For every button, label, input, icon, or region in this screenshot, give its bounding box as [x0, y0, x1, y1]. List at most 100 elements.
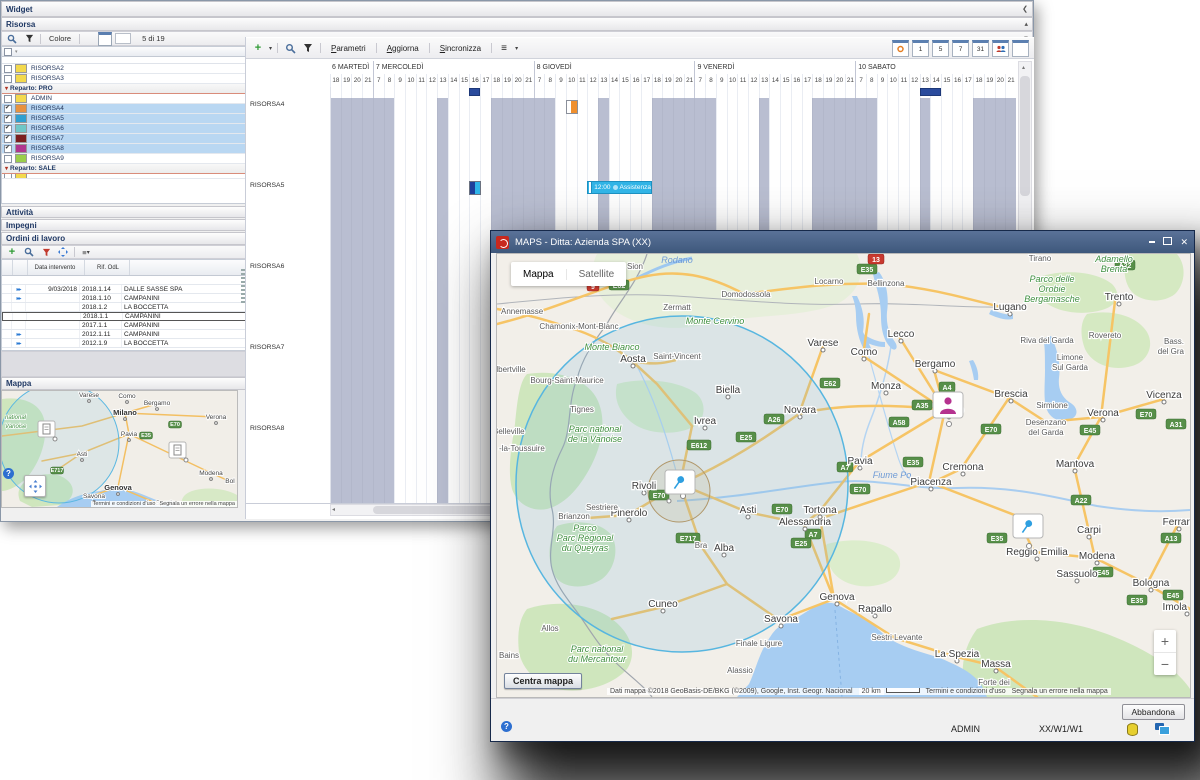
grid-cell[interactable]: [995, 98, 1006, 179]
grid-cell[interactable]: [373, 422, 384, 503]
grid-cell[interactable]: [384, 341, 395, 422]
filter-icon[interactable]: [39, 246, 53, 259]
grid-cell[interactable]: [394, 422, 405, 503]
grid-cell[interactable]: [405, 98, 416, 179]
resource-checkbox[interactable]: [4, 75, 12, 83]
view-people-icon[interactable]: [992, 40, 1009, 57]
resource-checkbox[interactable]: [4, 135, 12, 143]
search-icon[interactable]: [22, 246, 36, 259]
grid-cell[interactable]: [362, 341, 373, 422]
grid-cell[interactable]: [845, 98, 856, 179]
resource-checkbox[interactable]: [4, 95, 12, 103]
filter-input[interactable]: [115, 33, 131, 44]
sincronizza-button[interactable]: Sincronizza: [435, 42, 486, 55]
zoom-in-button[interactable]: +: [1154, 630, 1176, 653]
map-viewport[interactable]: 9E62E3513A22E62A26A4A35A58E70E45E70A31E3…: [496, 253, 1191, 698]
grid-cell[interactable]: [394, 98, 405, 179]
grid-cell[interactable]: [341, 341, 352, 422]
grid-cell[interactable]: [1005, 98, 1016, 179]
grid-cell[interactable]: [330, 422, 341, 503]
grid-cell[interactable]: [394, 341, 405, 422]
grid-cell[interactable]: [491, 98, 502, 179]
grid-cell[interactable]: [416, 422, 427, 503]
grid-cell[interactable]: [405, 422, 416, 503]
filter-icon[interactable]: [22, 32, 36, 45]
grid-cell[interactable]: [437, 341, 448, 422]
grid-cell[interactable]: [823, 98, 834, 179]
grid-cell[interactable]: [523, 98, 534, 179]
grid-cell[interactable]: [437, 179, 448, 260]
grid-cell[interactable]: [341, 422, 352, 503]
resource-checkbox[interactable]: [4, 115, 12, 123]
grid-cell[interactable]: [384, 422, 395, 503]
pan-mode-button[interactable]: [24, 475, 46, 497]
grid-cell[interactable]: [802, 98, 813, 179]
grid-cell[interactable]: [480, 98, 491, 179]
minimize-icon[interactable]: [1149, 238, 1155, 246]
grid-cell[interactable]: [448, 98, 459, 179]
grid-cell[interactable]: [416, 341, 427, 422]
grid-cell[interactable]: [426, 422, 437, 503]
grid-cell[interactable]: [351, 341, 362, 422]
grid-cell[interactable]: [673, 98, 684, 179]
terms-link[interactable]: Termini e condizioni d'uso: [923, 688, 1009, 695]
grid-cell[interactable]: [416, 260, 427, 341]
grid-cell[interactable]: [394, 179, 405, 260]
grid-cell[interactable]: [705, 98, 716, 179]
grid-cell[interactable]: [555, 98, 566, 179]
report-error-link[interactable]: Segnala un errore nella mappa: [159, 501, 235, 507]
grid-cell[interactable]: [469, 341, 480, 422]
group-collapse-icon[interactable]: ▾: [5, 85, 8, 92]
minimap[interactable]: E70E35E717 VareseComoBergamoMilanoVerona…: [1, 390, 238, 508]
appointment-bar[interactable]: [469, 181, 481, 195]
grid-cell[interactable]: [351, 422, 362, 503]
help-icon[interactable]: ?: [3, 468, 14, 479]
grid-cell[interactable]: [330, 341, 341, 422]
grid-cell[interactable]: [920, 98, 931, 179]
grid-cell[interactable]: [459, 341, 470, 422]
grid-cell[interactable]: [351, 260, 362, 341]
grid-cell[interactable]: [716, 98, 727, 179]
grid-cell[interactable]: [759, 98, 770, 179]
grid-cell[interactable]: [962, 98, 973, 179]
grid-cell[interactable]: [812, 98, 823, 179]
add-order-button[interactable]: +: [5, 246, 19, 259]
grid-cell[interactable]: [426, 98, 437, 179]
search-icon[interactable]: [5, 32, 19, 45]
resource-checkbox[interactable]: [4, 105, 12, 113]
grid-cell[interactable]: [855, 98, 866, 179]
chevron-down-icon[interactable]: ▾: [515, 45, 518, 52]
appointment-bar[interactable]: [566, 100, 578, 114]
grid-cell[interactable]: [362, 98, 373, 179]
grid-cell[interactable]: [459, 422, 470, 503]
resource-checkbox[interactable]: [4, 174, 12, 179]
grid-cell[interactable]: [952, 98, 963, 179]
grid-cell[interactable]: [769, 98, 780, 179]
view-5-day-icon[interactable]: 5: [932, 40, 949, 57]
grid-cell[interactable]: [459, 98, 470, 179]
grid-cell[interactable]: [405, 179, 416, 260]
grid-cell[interactable]: [834, 98, 845, 179]
view-31-day-icon[interactable]: 31: [972, 40, 989, 57]
grid-cell[interactable]: [459, 179, 470, 260]
summary-event-bar[interactable]: [920, 88, 941, 96]
grid-cell[interactable]: [405, 341, 416, 422]
grid-cell[interactable]: [341, 98, 352, 179]
appointment-bar[interactable]: 12:00Assistenza: [587, 181, 651, 194]
grid-cell[interactable]: [426, 179, 437, 260]
parametri-button[interactable]: Parametri: [326, 42, 371, 55]
grid-cell[interactable]: [459, 260, 470, 341]
grid-cell[interactable]: [373, 341, 384, 422]
grid-cell[interactable]: [341, 260, 352, 341]
grid-cell[interactable]: [416, 179, 427, 260]
chevron-up-icon[interactable]: ▴: [1024, 20, 1028, 28]
abbandona-button[interactable]: Abbandona: [1122, 704, 1186, 720]
group-collapse-icon[interactable]: ▾: [5, 165, 8, 172]
view-settings-icon[interactable]: [892, 40, 909, 57]
grid-cell[interactable]: [448, 179, 459, 260]
collapse-left-icon[interactable]: ❮: [1022, 5, 1028, 13]
grid-cell[interactable]: [351, 179, 362, 260]
grid-cell[interactable]: [973, 98, 984, 179]
grid-cell[interactable]: [587, 98, 598, 179]
resource-checkbox[interactable]: [4, 125, 12, 133]
